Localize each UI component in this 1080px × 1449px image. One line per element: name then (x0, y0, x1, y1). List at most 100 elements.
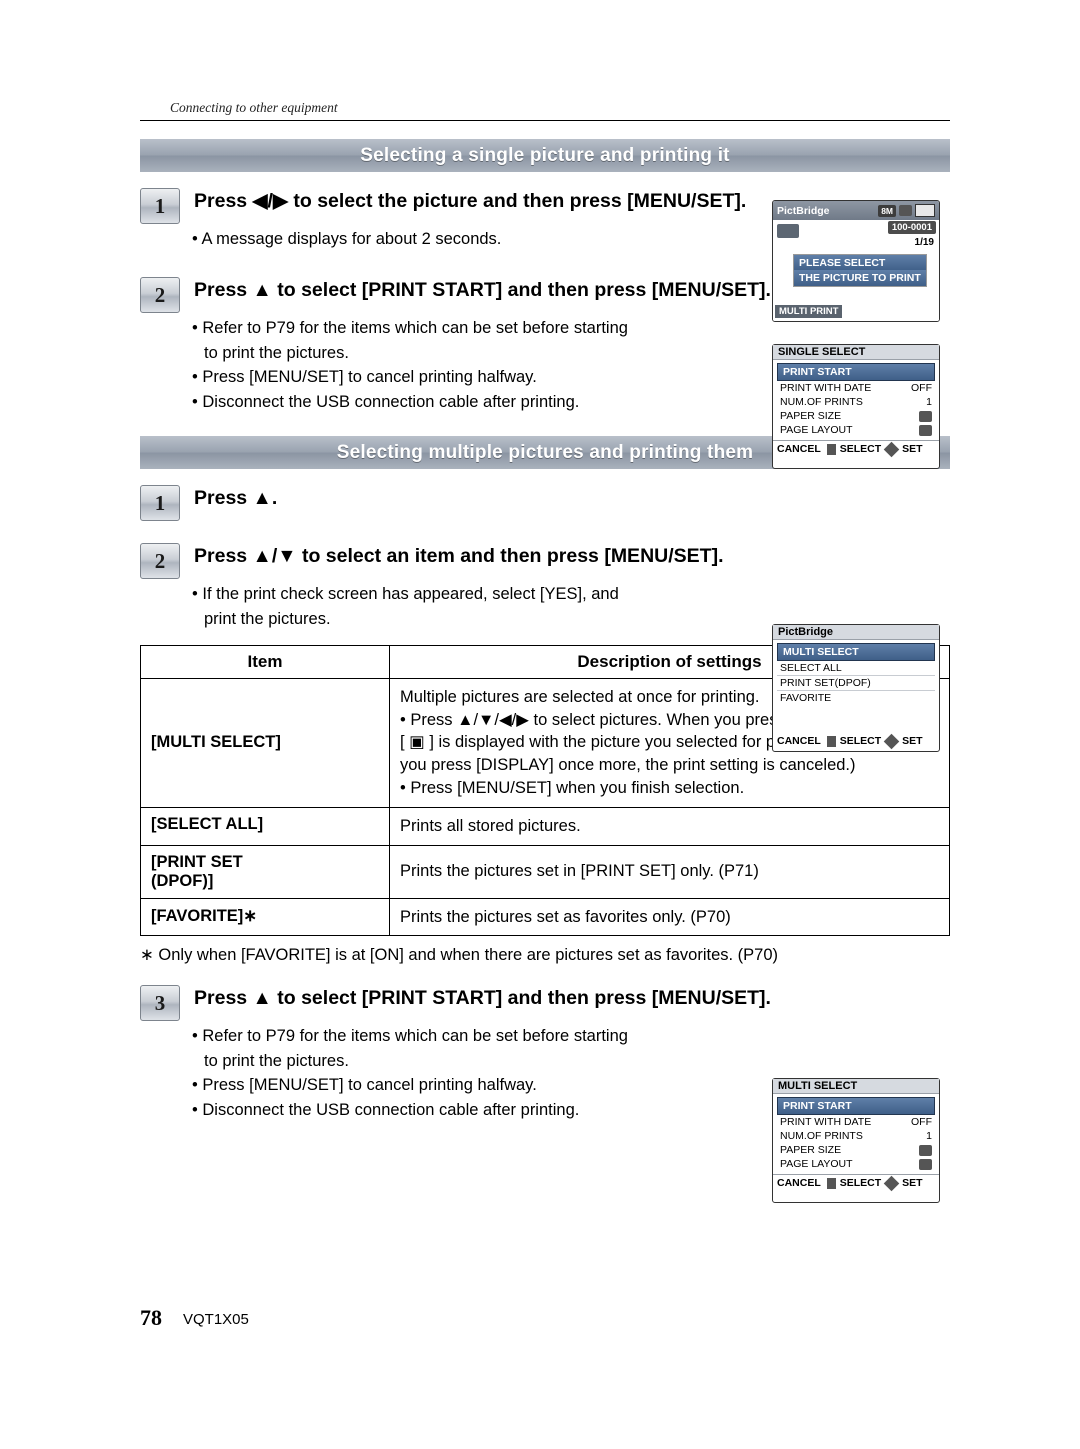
highlight-row: MULTI SELECT (777, 643, 935, 661)
setting-row: NUM.OF PRINTS 1 (777, 395, 935, 409)
set-label: SET (902, 443, 923, 455)
printer-icon (919, 424, 932, 436)
printer-icon (899, 205, 912, 216)
lcd-bottombar: CANCEL SELECT SET (773, 733, 939, 749)
setting-row: PAGE LAYOUT (777, 423, 935, 437)
table-footnote: ∗ Only when [FAVORITE] is at [ON] and wh… (140, 946, 779, 965)
select-label: SELECT (839, 1177, 882, 1189)
trash-icon (826, 735, 836, 747)
usb-icon (777, 224, 799, 238)
table-cell-item: [MULTI SELECT] (140, 677, 390, 808)
cancel-label: CANCEL (777, 735, 821, 747)
set-label: SET (902, 1177, 923, 1189)
desc-line: Prints the pictures set in [PRINT SET] o… (400, 862, 759, 881)
table-cell-description: Prints the pictures set as favorites onl… (389, 897, 950, 937)
menu-item[interactable]: PRINT SET(DPOF) (777, 676, 935, 691)
menu-item[interactable]: SELECT ALL (777, 661, 935, 676)
bullet: • Refer to P79 for the items which can b… (192, 1027, 628, 1046)
step-row-2-1: 1 Press ▲. (140, 483, 950, 522)
table-cell-item: [FAVORITE]∗ (140, 897, 390, 937)
battery-icon (915, 204, 935, 217)
setting-value: OFF (911, 382, 932, 394)
select-label: SELECT (839, 443, 882, 455)
lcd-title: PictBridge (773, 625, 939, 640)
step-title: Press ▲. (194, 487, 278, 510)
bullet: • Press [MENU/SET] to cancel printing ha… (192, 1076, 537, 1095)
section-banner-single: Selecting a single picture and printing … (140, 139, 950, 172)
setting-label: NUM.OF PRINTS (780, 396, 863, 408)
table-row: [PRINT SET (DPOF)] Prints the pictures s… (140, 844, 950, 899)
dpad-icon (883, 1175, 900, 1191)
message-box: PLEASE SELECT THE PICTURE TO PRINT (793, 254, 927, 287)
printer-icon (919, 1144, 932, 1156)
lcd-body: PRINT START PRINT WITH DATE OFF NUM.OF P… (773, 360, 939, 440)
cancel-label: CANCEL (777, 1177, 821, 1189)
trash-icon (826, 1177, 836, 1189)
lcd-pictbridge-select: PictBridge 8M 100-0001 1/19 PLEASE SELEC… (772, 200, 940, 322)
step-number: 2 (140, 543, 180, 580)
page-number: 78 (140, 1305, 162, 1330)
select-label: SELECT (839, 735, 882, 747)
setting-label: PRINT WITH DATE (780, 1116, 872, 1128)
setting-label: PAGE LAYOUT (780, 424, 853, 436)
lcd-title: SINGLE SELECT (773, 345, 939, 360)
setting-label: PAPER SIZE (780, 410, 842, 422)
step-row-2-3: 3 Press ▲ to select [PRINT START] and th… (140, 983, 950, 1022)
lcd-pictbridge-menu: PictBridge MULTI SELECT SELECT ALL PRINT… (772, 624, 940, 752)
step-title: Press ▲ to select [PRINT START] and then… (194, 279, 771, 302)
setting-label: PAGE LAYOUT (780, 1158, 853, 1170)
step-number: 2 (140, 277, 180, 314)
setting-label: PAPER SIZE (780, 1144, 842, 1156)
bullet: • If the print check screen has appeared… (192, 585, 619, 604)
lcd-topbar: PictBridge 8M (773, 201, 939, 220)
lcd-bottombar: CANCEL SELECT SET (773, 440, 939, 457)
step-2-3-bullets: • Refer to P79 for the items which can b… (192, 1025, 812, 1122)
bullet-cont: to print the pictures. (204, 1051, 349, 1070)
desc-line: Prints the pictures set as favorites onl… (400, 907, 731, 926)
highlight-row: PRINT START (777, 1097, 935, 1115)
manual-page: Connecting to other equipment Selecting … (0, 0, 1080, 1449)
setting-value: 1 (926, 1130, 932, 1142)
printer-icon (919, 1158, 932, 1170)
highlight-row: PRINT START (777, 363, 935, 381)
setting-row: PAGE LAYOUT (777, 1157, 935, 1171)
printer-icon (919, 410, 932, 422)
setting-row: PRINT WITH DATE OFF (777, 381, 935, 395)
table-cell-item: [PRINT SET (DPOF)] (140, 844, 390, 899)
setting-row: NUM.OF PRINTS 1 (777, 1129, 935, 1143)
file-number: 100-0001 (887, 221, 936, 234)
menu-item[interactable]: FAVORITE (777, 691, 935, 705)
setting-value: OFF (911, 1116, 932, 1128)
item-line-2: (DPOF)] (151, 871, 214, 890)
lcd-body: MULTI SELECT SELECT ALL PRINT SET(DPOF) … (773, 640, 939, 708)
step-number: 1 (140, 188, 180, 224)
desc-line: • Press [MENU/SET] when you finish selec… (400, 779, 745, 798)
message-line-1: PLEASE SELECT (794, 255, 926, 271)
set-label: SET (902, 735, 923, 747)
bullet-cont: to print the pictures. (204, 343, 349, 362)
table-header-item: Item (140, 644, 390, 679)
setting-value: 1 (926, 396, 932, 408)
dpad-icon (883, 733, 900, 749)
bullet: • Refer to P79 for the items which can b… (192, 319, 628, 338)
desc-line: you press [DISPLAY] once more, the print… (400, 756, 856, 775)
frame-counter: 1/19 (914, 237, 934, 248)
desc-line: Prints all stored pictures. (400, 816, 581, 835)
setting-row: PAPER SIZE (777, 1143, 935, 1157)
dpad-icon (883, 441, 900, 457)
step-title: Press ▲ to select [PRINT START] and then… (194, 987, 771, 1010)
step-number: 1 (140, 485, 180, 522)
bullet: • Disconnect the USB connection cable af… (192, 1100, 580, 1119)
setting-row: PRINT WITH DATE OFF (777, 1115, 935, 1129)
setting-row: PAPER SIZE (777, 409, 935, 423)
document-code: VQT1X05 (183, 1311, 249, 1328)
cancel-label: CANCEL (777, 443, 821, 455)
lcd-body: PRINT START PRINT WITH DATE OFF NUM.OF P… (773, 1094, 939, 1174)
step-1-2-bullets: • Refer to P79 for the items which can b… (192, 317, 812, 414)
setting-label: PRINT WITH DATE (780, 382, 872, 394)
step-number: 3 (140, 985, 180, 1022)
table-cell-description: Prints all stored pictures. (389, 806, 950, 846)
step-title: Press ▲/▼ to select an item and then pre… (194, 545, 724, 568)
running-head: Connecting to other equipment (170, 100, 338, 115)
table-row: [FAVORITE]∗ Prints the pictures set as f… (140, 897, 950, 937)
